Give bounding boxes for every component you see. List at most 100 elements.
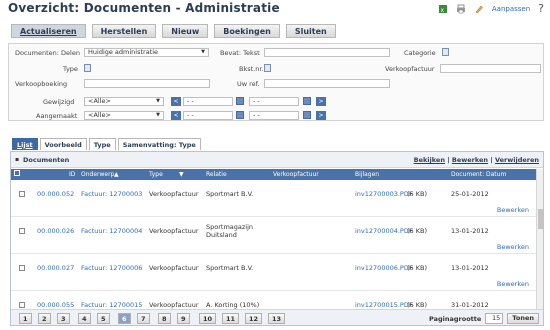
bkst-lookup-icon[interactable] bbox=[264, 64, 271, 72]
row-type: Verkoopfactuur bbox=[149, 301, 199, 309]
grid-title-bar: ▪ Documenten Bekijken | Bewerken | Verwi… bbox=[11, 152, 543, 168]
page-9-button[interactable]: 9 bbox=[177, 313, 190, 324]
row-date: 13-01-2012 bbox=[451, 264, 489, 272]
grid-actions: Bekijken | Bewerken | Verwijderen bbox=[413, 156, 539, 164]
page-2-button[interactable]: 2 bbox=[38, 313, 51, 324]
edit-action[interactable]: Bewerken bbox=[452, 156, 488, 164]
row-checkbox[interactable] bbox=[19, 265, 25, 271]
row-type: Verkoopfactuur bbox=[149, 190, 199, 198]
verkoopboeking-label: Verkoopboeking bbox=[15, 80, 68, 88]
row-checkbox[interactable] bbox=[19, 302, 25, 308]
calendar-icon[interactable] bbox=[236, 111, 244, 119]
table-row[interactable]: 00.000.027 Factuur: 12700006 Verkoopfact… bbox=[11, 255, 537, 291]
gewijzigd-to-input[interactable]: - - bbox=[249, 97, 299, 106]
sort-desc-icon: ▼ bbox=[179, 171, 184, 178]
column-document-datum[interactable]: Document: Datum bbox=[451, 171, 506, 178]
page-6-button[interactable]: 6 bbox=[118, 313, 131, 324]
row-edit-link[interactable]: Bewerken bbox=[497, 206, 529, 214]
tab-type[interactable]: Type bbox=[88, 138, 116, 150]
page-5-button[interactable]: 5 bbox=[97, 313, 110, 324]
row-subject[interactable]: Factuur: 12700003 bbox=[81, 190, 142, 198]
page-size-input[interactable]: 15 bbox=[485, 313, 504, 324]
column-onderwerp[interactable]: Onderwerp bbox=[81, 171, 114, 178]
page-4-button[interactable]: 4 bbox=[78, 313, 91, 324]
calendar-icon[interactable] bbox=[303, 97, 311, 105]
view-action[interactable]: Bekijken bbox=[414, 156, 445, 164]
calendar-icon[interactable] bbox=[236, 97, 244, 105]
restore-button[interactable]: Herstellen bbox=[91, 24, 157, 38]
column-relatie[interactable]: Relatie bbox=[206, 171, 227, 178]
row-checkbox[interactable] bbox=[19, 191, 25, 197]
row-id[interactable]: 00.000.055 bbox=[37, 301, 74, 309]
gewijzigd-next-button[interactable]: > bbox=[316, 97, 326, 106]
row-subject[interactable]: Factuur: 12700004 bbox=[81, 227, 142, 235]
row-id[interactable]: 00.000.027 bbox=[37, 264, 74, 272]
select-all-checkbox[interactable] bbox=[14, 170, 20, 176]
row-edit-link[interactable]: Bewerken bbox=[497, 280, 529, 288]
row-attachment[interactable]: inv12700006.PDF bbox=[355, 264, 413, 272]
close-button[interactable]: Sluiten bbox=[285, 24, 336, 38]
bookings-button[interactable]: Boekingen bbox=[214, 24, 280, 38]
print-icon[interactable] bbox=[456, 4, 466, 14]
vertical-scrollbar[interactable] bbox=[536, 169, 543, 309]
verkoopfactuur-input[interactable] bbox=[440, 64, 541, 73]
gewijzigd-from-input[interactable]: - - bbox=[183, 97, 233, 106]
page-13-button[interactable]: 13 bbox=[268, 313, 286, 324]
aangemaakt-prev-button[interactable]: < bbox=[171, 111, 181, 120]
row-attachment[interactable]: inv12700003.PDF bbox=[355, 190, 413, 198]
help-icon[interactable]: ? bbox=[538, 2, 544, 15]
row-edit-link[interactable]: Bewerken bbox=[497, 243, 529, 251]
aangemaakt-select[interactable]: <Alle> bbox=[84, 111, 164, 120]
tab-lijst[interactable]: Lijst bbox=[12, 138, 38, 150]
column-id[interactable]: ID bbox=[69, 171, 75, 178]
new-button[interactable]: Nieuw bbox=[162, 24, 209, 38]
verkoopboeking-input[interactable] bbox=[84, 79, 210, 88]
row-relation: A. Korting (10%) bbox=[206, 301, 260, 309]
uwref-input[interactable] bbox=[264, 79, 390, 88]
top-actions: x Aanpassen ? bbox=[438, 2, 544, 15]
aangemaakt-to-input[interactable]: - - bbox=[249, 111, 299, 120]
gewijzigd-select[interactable]: <Alle> bbox=[84, 97, 164, 106]
column-verkoopfactuur[interactable]: Verkoopfactuur bbox=[273, 171, 319, 178]
row-subject[interactable]: Factuur: 12700015 bbox=[81, 301, 142, 309]
table-row[interactable]: 00.000.026 Factuur: 12700004 Verkoopfact… bbox=[11, 218, 537, 254]
gewijzigd-prev-button[interactable]: < bbox=[171, 97, 181, 106]
page-3-button[interactable]: 3 bbox=[57, 313, 70, 324]
tab-voorbeeld[interactable]: Voorbeeld bbox=[39, 138, 87, 150]
edit-link[interactable]: Aanpassen bbox=[492, 5, 530, 13]
row-subject[interactable]: Factuur: 12700006 bbox=[81, 264, 142, 272]
bevat-input[interactable] bbox=[264, 48, 390, 57]
page-12-button[interactable]: 12 bbox=[245, 313, 263, 324]
column-type[interactable]: Type bbox=[149, 171, 163, 178]
page-11-button[interactable]: 11 bbox=[222, 313, 240, 324]
row-id[interactable]: 00.000.052 bbox=[37, 190, 74, 198]
row-attachment[interactable]: inv12700015.PDF bbox=[355, 301, 413, 309]
uwref-label: Uw ref. bbox=[237, 80, 260, 88]
aangemaakt-next-button[interactable]: > bbox=[316, 111, 326, 120]
page-7-button[interactable]: 7 bbox=[137, 313, 150, 324]
table-row[interactable]: 00.000.055 Factuur: 12700015 Verkoopfact… bbox=[11, 292, 537, 309]
type-lookup-icon[interactable] bbox=[84, 64, 91, 72]
delete-action[interactable]: Verwijderen bbox=[495, 156, 539, 164]
row-id[interactable]: 00.000.026 bbox=[37, 227, 74, 235]
calendar-icon[interactable] bbox=[303, 111, 311, 119]
page-10-button[interactable]: 10 bbox=[199, 313, 217, 324]
column-bijlagen[interactable]: Bijlagen bbox=[355, 171, 379, 178]
scrollbar-thumb[interactable] bbox=[538, 209, 543, 229]
page-8-button[interactable]: 8 bbox=[158, 313, 171, 324]
categorie-lookup-icon[interactable] bbox=[442, 48, 449, 56]
table-row[interactable]: 00.000.052 Factuur: 12700003 Verkoopfact… bbox=[11, 181, 537, 217]
row-checkbox[interactable] bbox=[19, 228, 25, 234]
row-date: 13-01-2012 bbox=[451, 227, 489, 235]
row-attachment[interactable]: inv12700004.PDF bbox=[355, 227, 413, 235]
page-1-button[interactable]: 1 bbox=[19, 313, 32, 324]
documenten-select[interactable]: Huidige administratie bbox=[84, 48, 209, 57]
excel-export-icon[interactable]: x bbox=[438, 4, 448, 14]
row-attachment-size: (6 KB) bbox=[407, 301, 427, 309]
view-tabs: Lijst Voorbeeld Type Samenvatting: Type bbox=[12, 138, 201, 150]
show-button[interactable]: Tonen bbox=[507, 313, 539, 324]
tab-samenvatting-type[interactable]: Samenvatting: Type bbox=[117, 138, 201, 150]
refresh-button[interactable]: Actualiseren bbox=[11, 24, 86, 38]
grid-title: Documenten bbox=[23, 156, 70, 164]
aangemaakt-from-input[interactable]: - - bbox=[183, 111, 233, 120]
